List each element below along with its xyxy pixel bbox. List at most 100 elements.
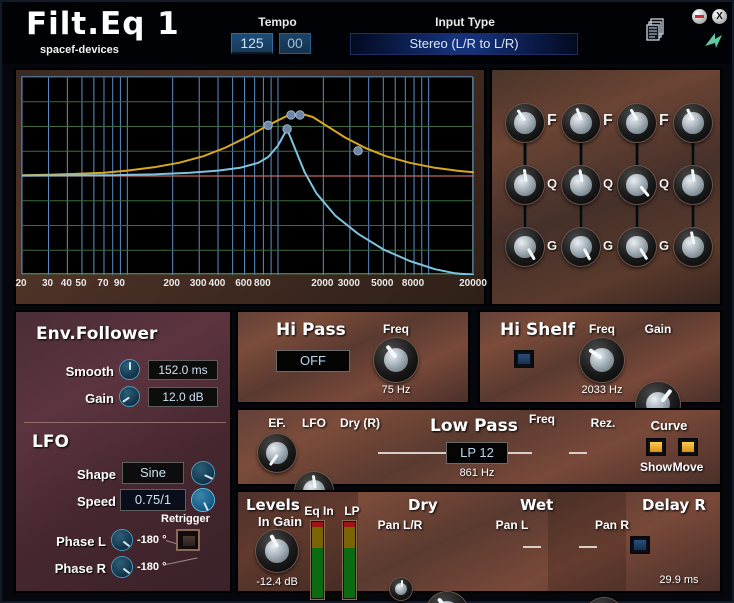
- eq-node-3[interactable]: [295, 110, 305, 120]
- close-icon[interactable]: X: [712, 9, 727, 24]
- delay-block: [548, 492, 626, 591]
- hi-shelf-freq-label: Freq: [588, 322, 615, 336]
- hi-pass-freq-knob[interactable]: [374, 338, 418, 382]
- lfo-speed-knob[interactable]: [192, 489, 214, 511]
- matrix-q-knob-4[interactable]: [674, 166, 712, 204]
- phase-r-label: Phase R: [54, 561, 106, 576]
- hi-pass-state[interactable]: OFF: [276, 350, 350, 372]
- low-pass-panel: EF. LFO Dry (R) Low Pass LP 12 861 Hz Fr…: [236, 408, 722, 603]
- matrix-row-label-q: Q: [547, 176, 558, 191]
- hi-pass-freq-value: 75 Hz: [381, 384, 411, 396]
- vendor-name: spacef-devices: [40, 44, 119, 56]
- dry-title: Dry: [408, 496, 438, 514]
- eq-node-2[interactable]: [286, 110, 296, 120]
- matrix-g-knob-4[interactable]: [674, 228, 712, 266]
- matrix-connector: [635, 204, 639, 228]
- freq-tick-label: 90: [113, 278, 125, 289]
- delay-r-title: Delay R: [642, 496, 706, 514]
- retrigger-link-r: [166, 557, 198, 565]
- delay-r-toggle[interactable]: [630, 536, 650, 554]
- retrigger-label: Retrigger: [161, 513, 210, 525]
- eq-node-1[interactable]: [263, 120, 273, 130]
- lp-node[interactable]: [282, 124, 292, 134]
- matrix-q-knob-3[interactable]: [618, 166, 656, 204]
- curve-move-button[interactable]: [678, 438, 698, 456]
- freq-tick-label: 5000: [371, 278, 394, 289]
- matrix-connector: [691, 142, 695, 166]
- copy-preset-icon[interactable]: [646, 18, 668, 42]
- low-pass-freq-label: Freq: [528, 412, 555, 426]
- hi-shelf-title: Hi Shelf: [500, 320, 576, 340]
- matrix-g-knob-3[interactable]: [618, 228, 656, 266]
- hishelf-node[interactable]: [353, 146, 363, 156]
- curve-move-label: Move: [672, 460, 704, 474]
- tempo-label: Tempo: [258, 15, 297, 29]
- plugin-title: Filt.Eq 1: [26, 6, 180, 42]
- wet-link-left: [523, 546, 541, 548]
- dry-pan-knob[interactable]: [390, 578, 412, 600]
- smooth-knob[interactable]: [120, 360, 139, 379]
- low-pass-mode[interactable]: LP 12: [446, 442, 508, 464]
- input-type-select[interactable]: Stereo (L/R to L/R): [350, 33, 578, 55]
- meter-lp: [342, 520, 357, 600]
- green-arrow-icon[interactable]: [702, 30, 724, 52]
- curve-show-button[interactable]: [646, 438, 666, 456]
- matrix-q-knob-2[interactable]: [562, 166, 600, 204]
- matrix-q-knob-1[interactable]: [506, 166, 544, 204]
- matrix-row-label-g: G: [603, 238, 614, 253]
- phase-l-value: -180 °: [137, 534, 167, 546]
- title-bar: Filt.Eq 1 spacef-devices Tempo 125 00 In…: [2, 2, 732, 64]
- hi-shelf-freq-value: 2033 Hz: [581, 384, 623, 396]
- matrix-connector: [579, 142, 583, 166]
- low-pass-link-left: [378, 452, 448, 454]
- freq-tick-label: 70: [97, 278, 109, 289]
- env-gain-knob[interactable]: [120, 387, 139, 406]
- matrix-f-knob-3[interactable]: [618, 104, 656, 142]
- low-pass-link-right: [508, 452, 532, 454]
- lfo-shape-value[interactable]: Sine: [122, 462, 184, 484]
- matrix-g-knob-1[interactable]: [506, 228, 544, 266]
- matrix-g-knob-2[interactable]: [562, 228, 600, 266]
- minimize-icon[interactable]: [692, 9, 707, 24]
- matrix-row-label-g: G: [659, 238, 670, 253]
- freq-tick-label: 50: [75, 278, 87, 289]
- lfo-title: LFO: [32, 432, 69, 452]
- meter-label-lp: LP: [344, 504, 360, 518]
- hi-shelf-toggle[interactable]: [514, 350, 534, 368]
- matrix-f-knob-4[interactable]: [674, 104, 712, 142]
- in-gain-knob[interactable]: [256, 530, 298, 572]
- hi-shelf-panel: Hi Shelf Freq 2033 Hz Gain: [478, 310, 722, 426]
- matrix-connector: [579, 204, 583, 228]
- low-pass-ef-knob[interactable]: [258, 434, 296, 472]
- freq-tick-label: 800: [254, 278, 271, 289]
- curve-label: Curve: [650, 418, 688, 433]
- retrigger-button[interactable]: [176, 529, 200, 551]
- tempo-bpm-field[interactable]: 125: [231, 33, 273, 54]
- low-pass-freq-value: 861 Hz: [459, 467, 495, 479]
- eq-response-graph[interactable]: [21, 76, 474, 275]
- lfo-speed-value[interactable]: 0.75/1: [120, 489, 186, 511]
- freq-tick-label: 200: [163, 278, 180, 289]
- matrix-f-knob-1[interactable]: [506, 104, 544, 142]
- hi-shelf-gain-label: Gain: [644, 322, 672, 336]
- smooth-value[interactable]: 152.0 ms: [148, 360, 218, 380]
- dry-level-knob[interactable]: [426, 592, 468, 603]
- phase-l-knob[interactable]: [112, 530, 132, 550]
- eq-graph-panel: 20 30 40 50 70 90 200 300 400 600 800 2000 3000 5000 8…: [14, 68, 487, 306]
- lfo-shape-knob[interactable]: [192, 462, 214, 484]
- env-gain-label: Gain: [85, 391, 114, 406]
- lfo-shape-label: Shape: [76, 467, 116, 482]
- hi-shelf-freq-knob[interactable]: [580, 338, 624, 382]
- env-gain-value[interactable]: 12.0 dB: [148, 387, 218, 407]
- freq-tick-label: 20000: [459, 278, 487, 289]
- hi-pass-panel: Hi Pass OFF Freq 75 Hz: [236, 310, 470, 404]
- freq-tick-label: 40: [60, 278, 72, 289]
- wet-link-right: [579, 546, 597, 548]
- panel-divider: [24, 422, 226, 423]
- matrix-f-knob-2[interactable]: [562, 104, 600, 142]
- phase-r-knob[interactable]: [112, 557, 132, 577]
- wet-pan-r-label: Pan R: [594, 518, 629, 532]
- eq-band-matrix: F Q G F Q G F Q G: [490, 68, 722, 306]
- low-pass-rez-knob[interactable]: [585, 598, 623, 603]
- tempo-sub-field[interactable]: 00: [279, 33, 311, 54]
